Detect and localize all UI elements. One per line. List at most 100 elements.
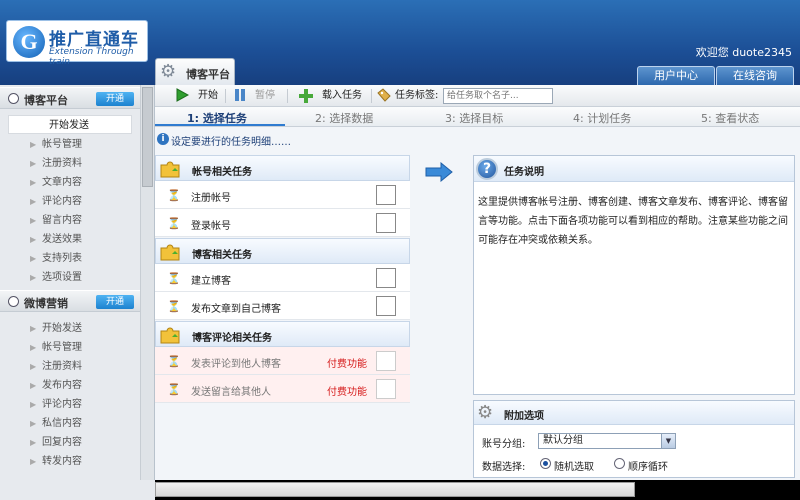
sidebar-item-label: 开始发送 [42,323,82,334]
sidebar: 博客平台 开通 开始发送 ▶ 帐号管理 ▶ 注册资料 ▶ 文章内容 ▶ 评论内容 ▶ 留言… [0,85,155,480]
arrow-icon: ▶ [30,159,37,168]
sidebar-item-support-list[interactable]: ▶ 支持列表 [0,249,140,268]
paid-feature-label: 付费功能 [327,359,367,370]
pause-button[interactable]: 暂停 [255,88,275,104]
sidebar-item-weibo-start-send[interactable]: ▶ 开始发送 [0,319,140,338]
category-blog-tasks: 博客相关任务 [155,238,410,264]
task-label: 注册帐号 [191,193,231,204]
task-label: 发送留言给其他人 [191,387,271,398]
step-select-target[interactable]: 3: 选择目标 [445,110,503,126]
gear-icon: ⚙ [477,402,494,423]
sidebar-item-send-effect[interactable]: ▶ 发送效果 [0,230,140,249]
activate-badge[interactable]: 开通 [96,92,134,106]
task-list: 帐号相关任务 ⏳ 注册帐号 ⏳ 登录帐号 博客相关任务 ⏳ 建立博客 ⏳ 发布文… [155,155,410,405]
arrow-icon: ▶ [30,140,37,149]
arrow-icon: ▶ [30,197,37,206]
pause-icon[interactable] [233,88,247,104]
scrollbar-thumb[interactable] [142,87,153,187]
sidebar-item-comment-content[interactable]: ▶ 评论内容 [0,192,140,211]
sidebar-group-blog[interactable]: 博客平台 开通 [0,87,140,109]
step-view-status[interactable]: 5: 查看状态 [701,110,759,126]
sidebar-item-weibo-register-info[interactable]: ▶ 注册资料 [0,357,140,376]
sidebar-item-label: 私信内容 [42,418,82,429]
sidebar-item-weibo-forward-content[interactable]: ▶ 转发内容 [0,452,140,471]
toolbar: 开始 暂停 载入任务 任务标签: [155,85,800,107]
task-checkbox[interactable] [376,213,396,233]
arrow-icon: ▶ [30,419,37,428]
task-checkbox[interactable] [376,296,396,316]
play-icon[interactable] [175,88,190,104]
radio-random[interactable] [540,458,551,469]
task-description-text: 这里提供博客帐号注册、博客创建、博客文章发布、博客评论、博客留言等功能。点击下面… [478,197,788,246]
sidebar-item-label: 发布内容 [42,380,82,391]
sidebar-item-label: 注册资料 [42,361,82,372]
task-row-create-blog[interactable]: ⏳ 建立博客 [155,264,410,292]
sidebar-item-article-content[interactable]: ▶ 文章内容 [0,173,140,192]
task-checkbox[interactable] [376,379,396,399]
puzzle-icon [160,161,180,178]
puzzle-icon [160,244,180,261]
tab-label: 博客平台 [186,68,230,81]
activate-badge[interactable]: 开通 [96,295,134,309]
tab-blog-platform[interactable]: ⚙ 博客平台 [155,58,235,85]
arrow-icon: ▶ [30,216,37,225]
sidebar-scrollbar[interactable] [140,85,154,480]
task-label: 登录帐号 [191,221,231,232]
sidebar-group-weibo[interactable]: 微博营销 开通 [0,290,140,312]
sidebar-item-weibo-publish-content[interactable]: ▶ 发布内容 [0,376,140,395]
task-label: 发表评论到他人博客 [191,359,281,370]
sidebar-item-weibo-private-message[interactable]: ▶ 私信内容 [0,414,140,433]
hourglass-icon: ⏳ [167,189,181,202]
sidebar-group-title: 微博营销 [24,297,68,310]
step-select-data[interactable]: 2: 选择数据 [315,110,373,126]
sidebar-item-weibo-comment-content[interactable]: ▶ 评论内容 [0,395,140,414]
extra-options-panel: ⚙ 附加选项 账号分组: 默认分组 ▼ 数据选择: 随机选取 顺序循环 [473,400,795,478]
sidebar-item-weibo-account-manage[interactable]: ▶ 帐号管理 [0,338,140,357]
task-checkbox[interactable] [376,351,396,371]
sidebar-item-weibo-reply-content[interactable]: ▶ 回复内容 [0,433,140,452]
active-step-indicator [155,124,285,126]
task-row-publish-article[interactable]: ⏳ 发布文章到自己博客 [155,292,410,320]
sidebar-item-options[interactable]: ▶ 选项设置 [0,268,140,287]
sidebar-group-title: 博客平台 [24,94,68,107]
task-row-register-account[interactable]: ⏳ 注册帐号 [155,181,410,209]
category-account-tasks: 帐号相关任务 [155,155,410,181]
sidebar-item-label: 帐号管理 [42,342,82,353]
sidebar-item-message-content[interactable]: ▶ 留言内容 [0,211,140,230]
radio-sequential-label[interactable]: 顺序循环 [628,458,668,473]
step-plan-task[interactable]: 4: 计划任务 [573,110,631,126]
task-row-send-message[interactable]: ⏳ 发送留言给其他人 付费功能 [155,375,410,403]
radio-sequential[interactable] [614,458,625,469]
sidebar-item-start-send[interactable]: 开始发送 [8,115,132,134]
sidebar-item-label: 文章内容 [42,177,82,188]
arrow-icon: ▶ [30,343,37,352]
task-checkbox[interactable] [376,268,396,288]
panel-title: 任务说明 [504,167,544,178]
account-group-select[interactable]: 默认分组 ▼ [538,433,676,449]
task-row-comment-others-blog[interactable]: ⏳ 发表评论到他人博客 付费功能 [155,347,410,375]
add-icon[interactable] [298,88,314,104]
collapse-icon [8,93,19,104]
load-task-button[interactable]: 载入任务 [322,88,362,104]
welcome-text: 欢迎您 duote2345 [695,46,792,59]
arrow-icon: ▶ [30,273,37,282]
task-tag-input[interactable] [443,88,553,104]
sidebar-item-label: 开始发送 [49,120,89,131]
task-row-login-account[interactable]: ⏳ 登录帐号 [155,209,410,237]
sidebar-item-account-manage[interactable]: ▶ 帐号管理 [0,135,140,154]
toolbar-divider [287,89,288,103]
account-group-label: 账号分组: [482,439,526,450]
radio-random-label[interactable]: 随机选取 [554,458,594,473]
start-button[interactable]: 开始 [198,88,218,104]
horizontal-scrollbar[interactable] [155,482,635,497]
sidebar-item-register-info[interactable]: ▶ 注册资料 [0,154,140,173]
user-center-button[interactable]: 用户中心 [637,66,715,85]
task-checkbox[interactable] [376,185,396,205]
sidebar-item-label: 注册资料 [42,158,82,169]
online-consult-button[interactable]: 在线咨询 [716,66,794,85]
arrow-icon: ▶ [30,381,37,390]
sidebar-item-label: 转发内容 [42,456,82,467]
chevron-down-icon[interactable]: ▼ [661,434,675,448]
task-label: 发布文章到自己博客 [191,304,281,315]
toolbar-divider [225,89,226,103]
